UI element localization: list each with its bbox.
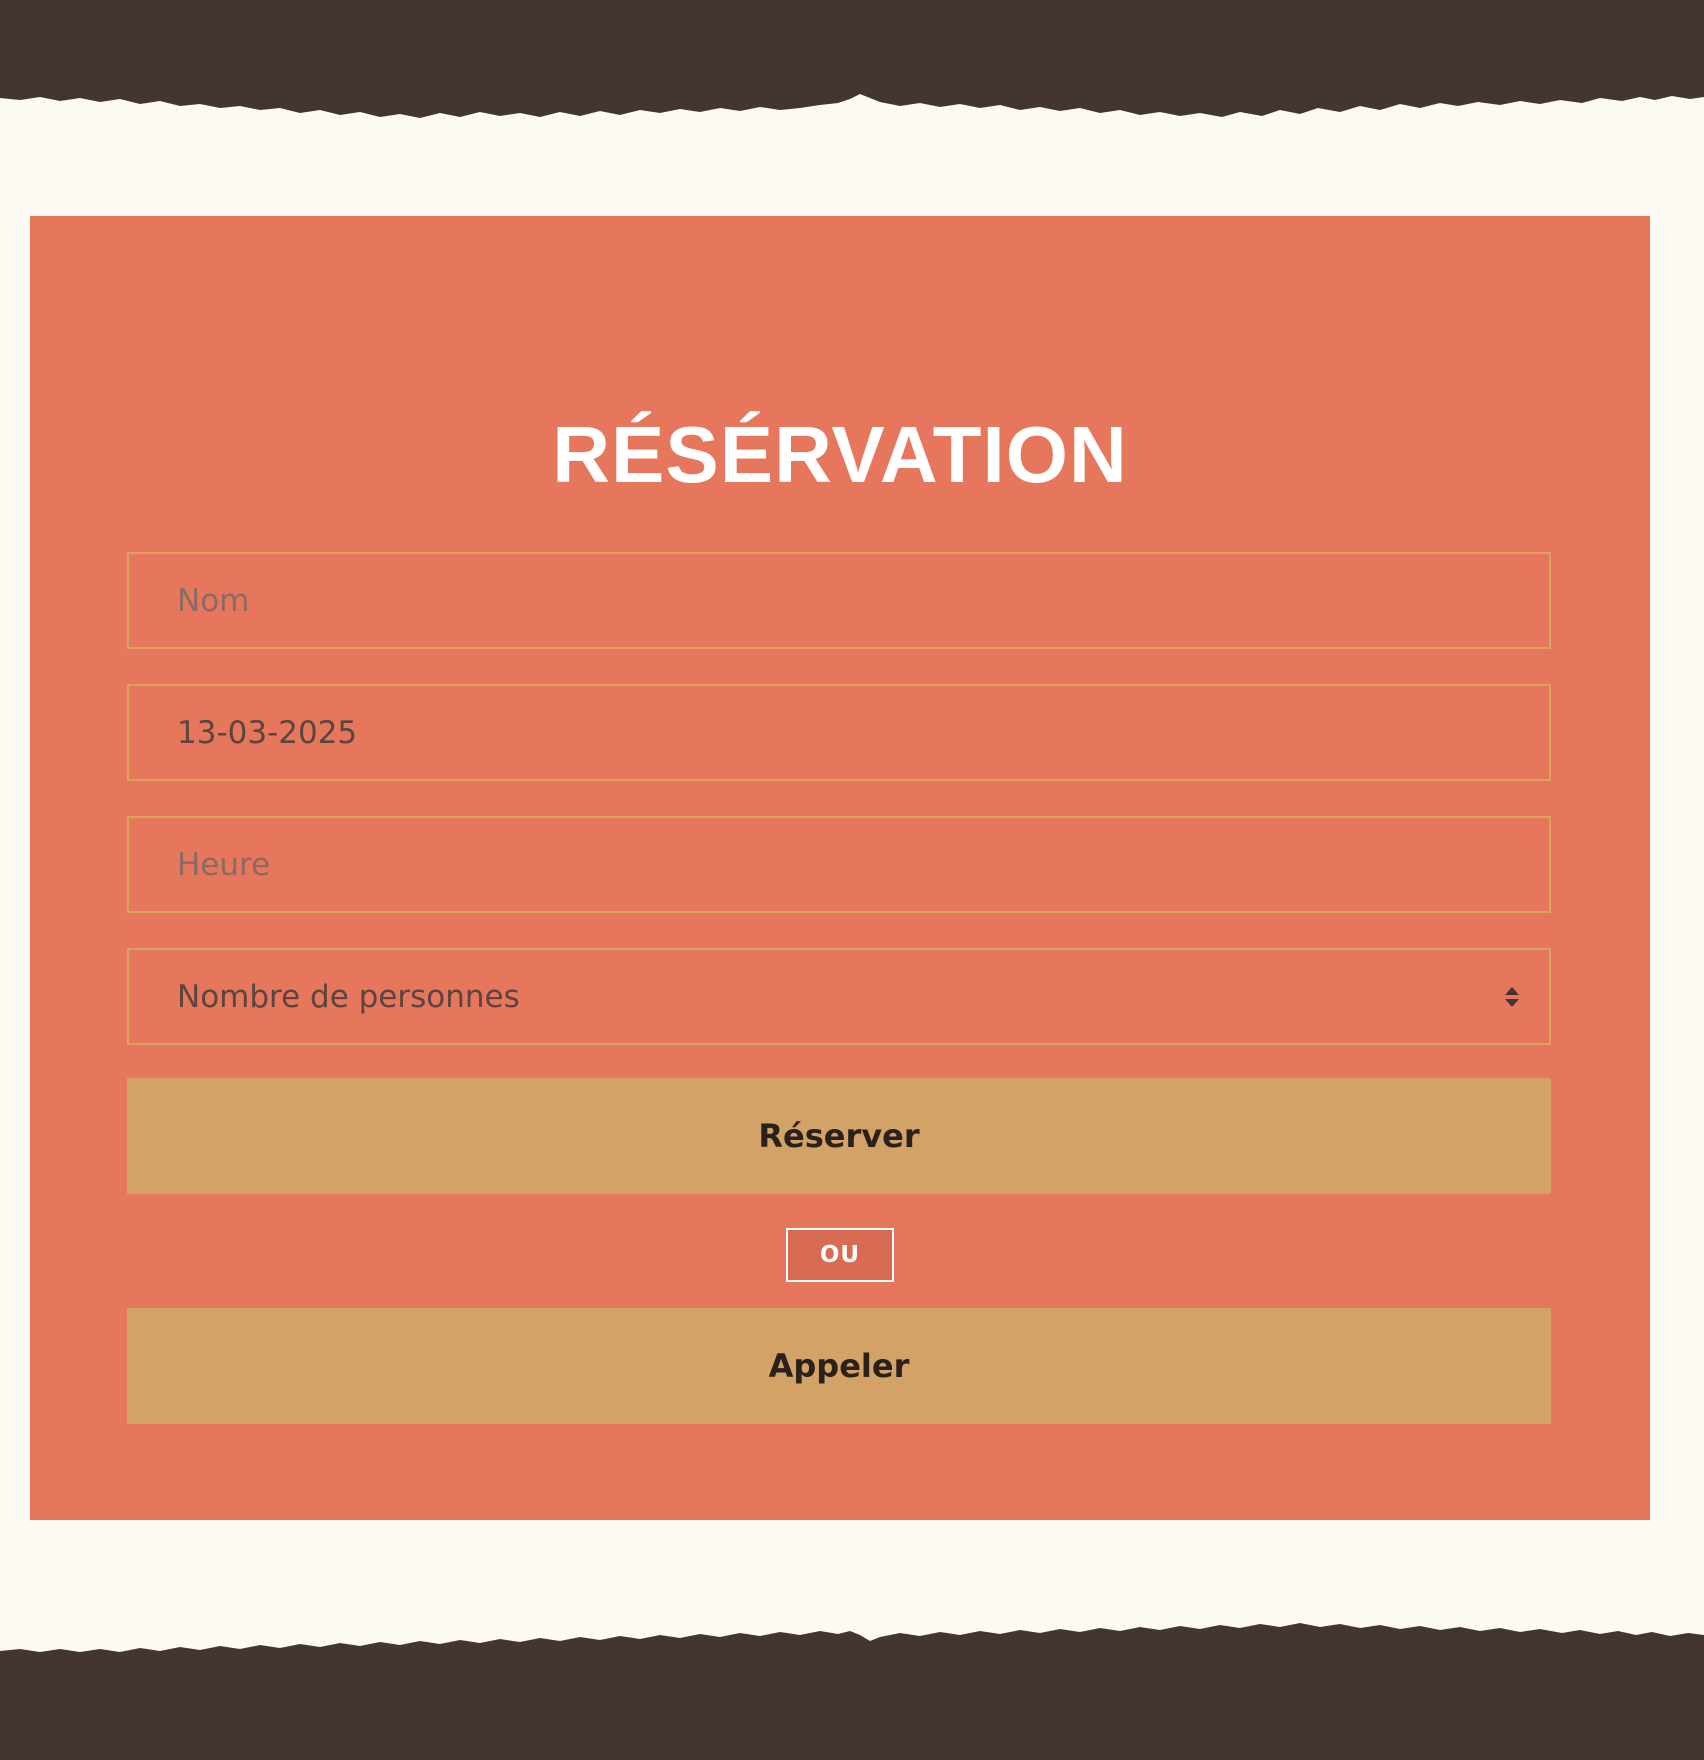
or-separator-badge: OU <box>786 1228 894 1282</box>
time-field-placeholder: Heure <box>177 846 271 883</box>
party-size-select[interactable]: Nombre de personnes <box>127 948 1551 1045</box>
party-size-selected-value: Nombre de personnes <box>177 978 520 1015</box>
call-button[interactable]: Appeler <box>127 1308 1551 1424</box>
reservation-title: RÉSÉRVATION <box>552 410 1128 499</box>
name-field-placeholder: Nom <box>177 582 250 619</box>
time-field[interactable]: Heure <box>127 816 1551 913</box>
name-field[interactable]: Nom <box>127 552 1551 649</box>
date-field-value: 13-03-2025 <box>177 714 358 751</box>
torn-paper-bottom-edge <box>0 1623 1704 1760</box>
reserve-button[interactable]: Réserver <box>127 1078 1551 1194</box>
date-field[interactable]: 13-03-2025 <box>127 684 1551 781</box>
torn-paper-top-band <box>0 0 1704 118</box>
select-arrows-icon <box>1505 986 1519 1007</box>
